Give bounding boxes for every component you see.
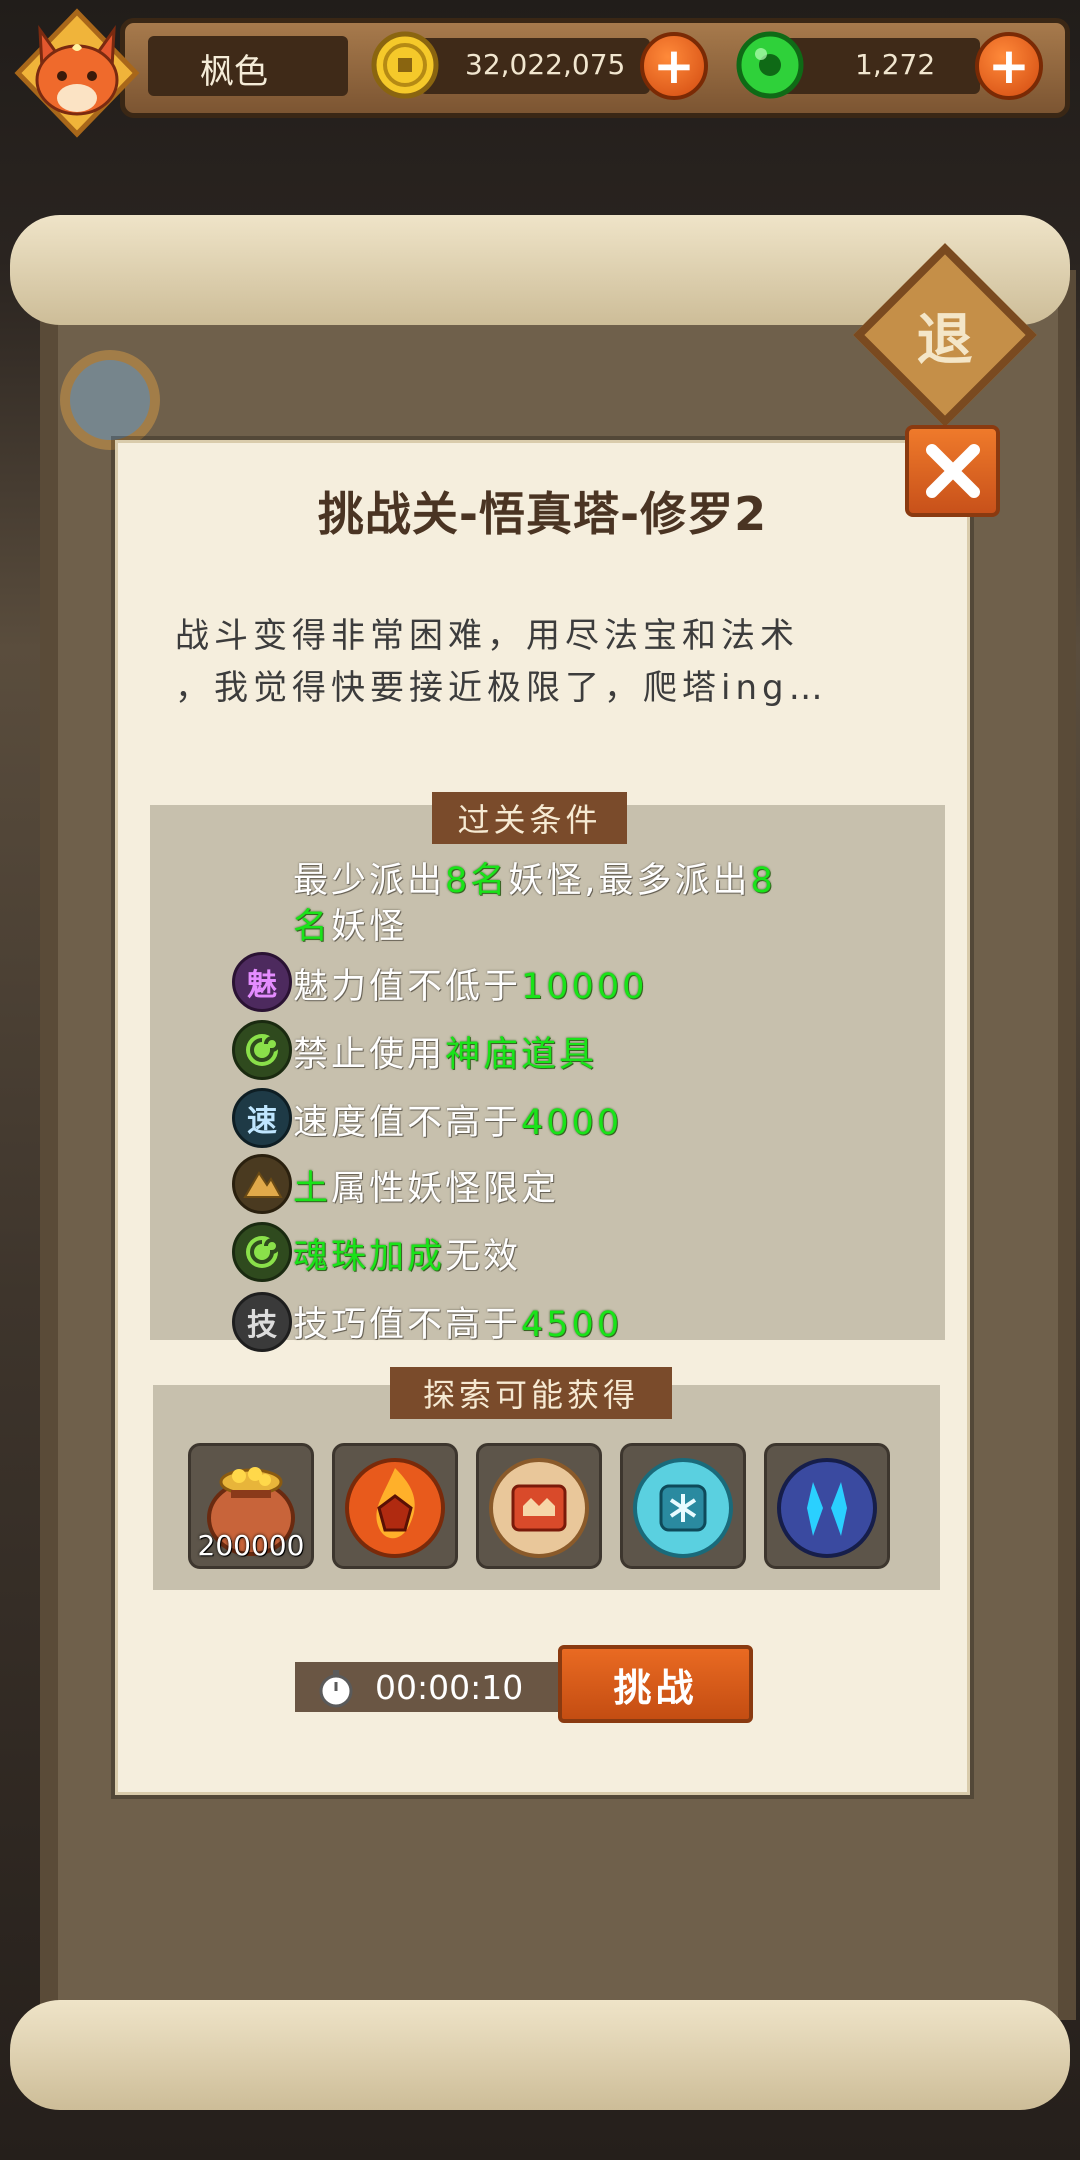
dialog-title: 挑战关-悟真塔-修罗2 xyxy=(317,487,768,541)
skill-icon: 技 xyxy=(232,1292,292,1352)
jade-amount: 1,272 xyxy=(855,48,936,81)
charm-value: 10000 xyxy=(521,967,648,1007)
fox-avatar-icon[interactable] xyxy=(12,8,142,138)
ice-orb-icon xyxy=(633,1458,733,1558)
condition-dispatch: 最少派出8名妖怪,最多派出8 xyxy=(293,852,776,903)
reward-strength-orb[interactable] xyxy=(476,1443,602,1569)
spiral-icon xyxy=(232,1020,292,1080)
dispatch-text-c: 妖怪 xyxy=(331,907,408,947)
condition-element: 土属性妖怪限定 xyxy=(293,1160,559,1211)
scroll-rod-bottom xyxy=(10,2000,1070,2110)
dispatch-text-a: 最少派出 xyxy=(293,861,446,901)
player-name: 枫色 xyxy=(200,52,268,92)
compass-icon[interactable] xyxy=(60,350,160,450)
challenge-button[interactable]: 挑战 xyxy=(558,1645,753,1723)
charm-text: 魅力值不低于 xyxy=(293,967,522,1007)
condition-ban-items: 禁止使用神庙道具 xyxy=(293,1026,597,1077)
condition-charm: 魅力值不低于10000 xyxy=(293,958,647,1009)
reward-shadow-orb[interactable] xyxy=(764,1443,890,1569)
reward-fire-orb[interactable] xyxy=(332,1443,458,1569)
strength-orb-icon xyxy=(489,1458,589,1558)
description-line-2: ，我觉得快要接近极限了，爬塔ing… xyxy=(175,668,828,708)
ban-text: 禁止使用 xyxy=(293,1035,446,1075)
speed-text: 速度值不高于 xyxy=(293,1103,522,1143)
fire-orb-icon xyxy=(345,1458,445,1558)
jade-coin-icon xyxy=(735,30,805,100)
rewards-header: 探索可能获得 xyxy=(390,1367,672,1419)
conditions-header: 过关条件 xyxy=(432,792,627,844)
dispatch-max: 8 xyxy=(750,861,776,901)
condition-speed: 速度值不高于4000 xyxy=(293,1094,622,1145)
speed-icon: 速 xyxy=(232,1088,292,1148)
ban-value: 神庙道具 xyxy=(445,1035,598,1075)
condition-soul-orb: 魂珠加成无效 xyxy=(293,1228,521,1279)
element-text: 属性妖怪限定 xyxy=(331,1169,560,1209)
skill-text: 技巧值不高于 xyxy=(293,1305,522,1345)
orb-value: 魂珠加成 xyxy=(293,1237,446,1277)
retreat-label: 退 xyxy=(917,307,973,373)
skill-value: 4500 xyxy=(521,1305,623,1345)
dispatch-min: 8名 xyxy=(445,861,509,901)
description-line-1: 战斗变得非常困难，用尽法宝和法术 xyxy=(175,616,799,656)
element-value: 土 xyxy=(293,1169,332,1209)
orb-text: 无效 xyxy=(445,1237,522,1277)
reward-gold-bag[interactable]: 200000 xyxy=(188,1443,314,1569)
dispatch-text-b: 妖怪,最多派出 xyxy=(508,861,751,901)
gold-amount: 32,022,075 xyxy=(465,48,626,81)
dialog-description: 战斗变得非常困难，用尽法宝和法术 ，我觉得快要接近极限了，爬塔ing… xyxy=(175,610,935,714)
reward-ice-orb[interactable] xyxy=(620,1443,746,1569)
timer-value: 00:00:10 xyxy=(375,1668,524,1707)
reward-quantity: 200000 xyxy=(197,1529,305,1562)
condition-dispatch-wrap: 名妖怪 xyxy=(293,898,407,949)
charm-icon: 魅 xyxy=(232,952,292,1012)
earth-element-icon xyxy=(232,1154,292,1214)
condition-skill: 技巧值不高于4500 xyxy=(293,1296,622,1347)
gold-coin-icon xyxy=(370,30,440,100)
soul-orb-icon xyxy=(232,1222,292,1282)
stopwatch-icon xyxy=(315,1667,357,1713)
dispatch-max-unit: 名 xyxy=(293,907,332,947)
add-jade-button[interactable]: + xyxy=(975,32,1043,100)
shadow-orb-icon xyxy=(777,1458,877,1558)
speed-value: 4000 xyxy=(521,1103,623,1143)
add-gold-button[interactable]: + xyxy=(640,32,708,100)
